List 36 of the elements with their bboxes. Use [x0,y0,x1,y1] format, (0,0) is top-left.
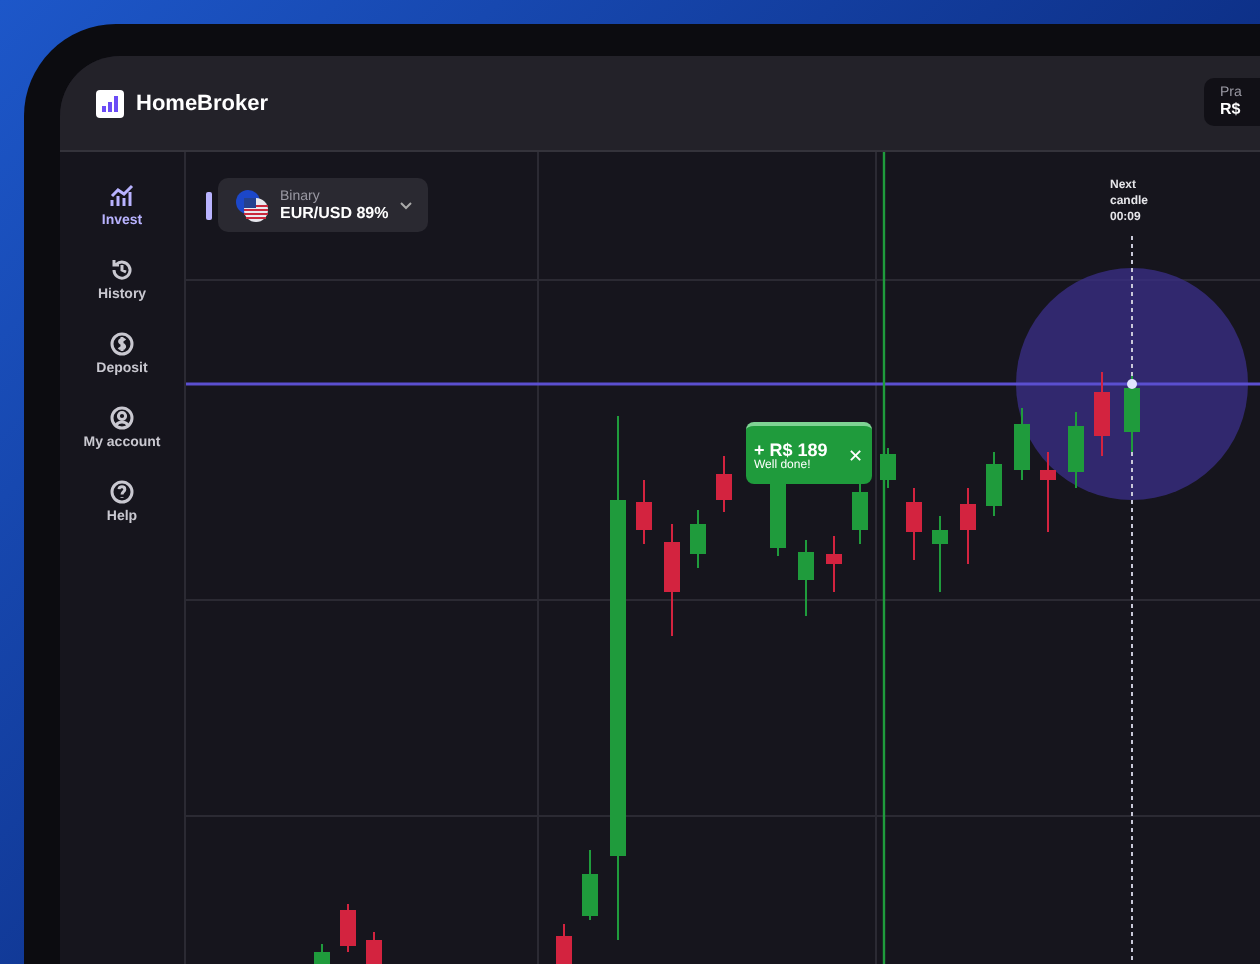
account-icon [109,406,134,430]
help-icon [109,480,134,504]
candlestick [826,535,842,593]
candlestick [1014,407,1030,481]
candlestick [690,509,706,569]
candlestick [636,479,652,545]
candlestick [556,923,572,964]
logo-icon [96,89,124,117]
currency-flags-icon [234,187,270,223]
candlestick [314,943,330,964]
candlestick [366,931,382,964]
asset-pair: EUR/USD 89% [280,203,389,221]
candlestick [1040,451,1056,533]
candlestick [664,523,680,637]
candlestick [880,447,896,489]
price-dot [1127,379,1137,389]
candlestick [1094,371,1110,457]
candlestick [932,515,948,593]
chart-icon [109,184,134,208]
candlestick [582,849,598,921]
app-name: HomeBroker [136,91,269,115]
candlestick [1068,411,1084,489]
candlestick [960,487,976,565]
chevron-down-icon [400,201,412,209]
candlestick [716,455,732,513]
candlestick [1124,375,1140,453]
candlestick [906,487,922,561]
dollar-icon [109,332,134,356]
close-button[interactable]: ✕ [848,445,864,465]
candlestick [986,451,1002,517]
candlestick [798,539,814,617]
candlestick [340,903,356,953]
account-value: R$ [1220,99,1243,117]
profit-amount: + R$ 189 [754,439,830,459]
history-icon [110,258,134,282]
selection-indicator [206,192,213,220]
